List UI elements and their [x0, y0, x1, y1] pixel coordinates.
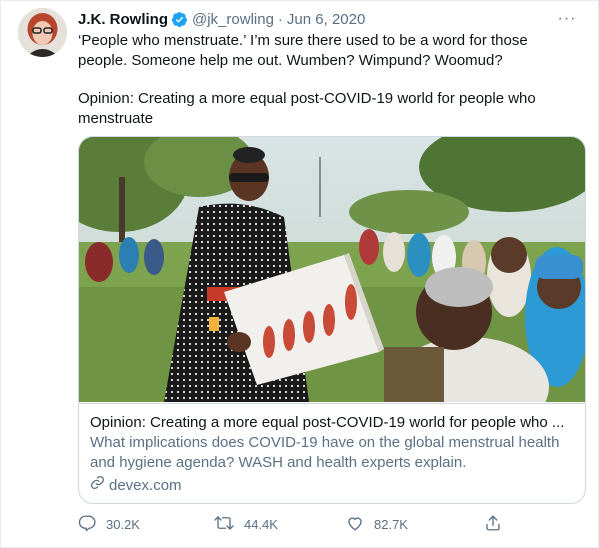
retweet-button[interactable]: 44.4K: [214, 514, 278, 534]
link-preview-description: What implications does COVID-19 have on …: [90, 434, 560, 451]
tweet-actions: 30.2K 44.4K 82.7K: [78, 514, 508, 534]
tweet-text-line: menstruate: [78, 110, 154, 127]
tweet-text-line: Opinion: Creating a more equal post-COVI…: [78, 90, 536, 107]
tweet-text-line: ‘People who menstruate.’ I’m sure there …: [78, 32, 528, 49]
reply-icon: [78, 514, 106, 535]
reply-button[interactable]: 30.2K: [78, 514, 140, 534]
link-preview-description: and hygiene agenda? WASH and health expe…: [90, 454, 467, 471]
author-name[interactable]: J.K. Rowling: [78, 11, 168, 28]
like-count: 82.7K: [374, 516, 408, 532]
tweet[interactable]: J.K. Rowling @jk_rowling · Jun 6, 2020 ·…: [0, 0, 599, 548]
heart-icon: [346, 514, 374, 535]
tweet-text-line: people. Someone help me out. Wumben? Wim…: [78, 52, 503, 69]
author-avatar[interactable]: [18, 8, 67, 57]
link-preview-title[interactable]: Opinion: Creating a more equal post-COVI…: [90, 413, 576, 433]
link-icon: [90, 475, 109, 496]
link-preview-domain[interactable]: devex.com: [90, 475, 576, 496]
tweet-header: J.K. Rowling @jk_rowling · Jun 6, 2020: [78, 9, 365, 29]
article-photo[interactable]: [79, 137, 586, 402]
share-icon: [484, 514, 512, 535]
verified-badge-icon: [171, 11, 188, 28]
reply-count: 30.2K: [106, 516, 140, 532]
tweet-text: ‘People who menstruate.’ I’m sure there …: [78, 31, 578, 129]
link-preview-card[interactable]: Opinion: Creating a more equal post-COVI…: [78, 136, 586, 504]
link-preview-body[interactable]: Opinion: Creating a more equal post-COVI…: [79, 403, 585, 503]
retweet-icon: [214, 514, 244, 535]
like-button[interactable]: 82.7K: [346, 514, 408, 534]
link-domain-text: devex.com: [109, 476, 182, 494]
more-dots-icon[interactable]: ···: [554, 9, 580, 29]
tweet-date[interactable]: Jun 6, 2020: [287, 11, 365, 28]
share-button[interactable]: [484, 514, 512, 534]
retweet-count: 44.4K: [244, 516, 278, 532]
header-separator: ·: [277, 10, 283, 28]
author-handle[interactable]: @jk_rowling: [192, 11, 274, 28]
